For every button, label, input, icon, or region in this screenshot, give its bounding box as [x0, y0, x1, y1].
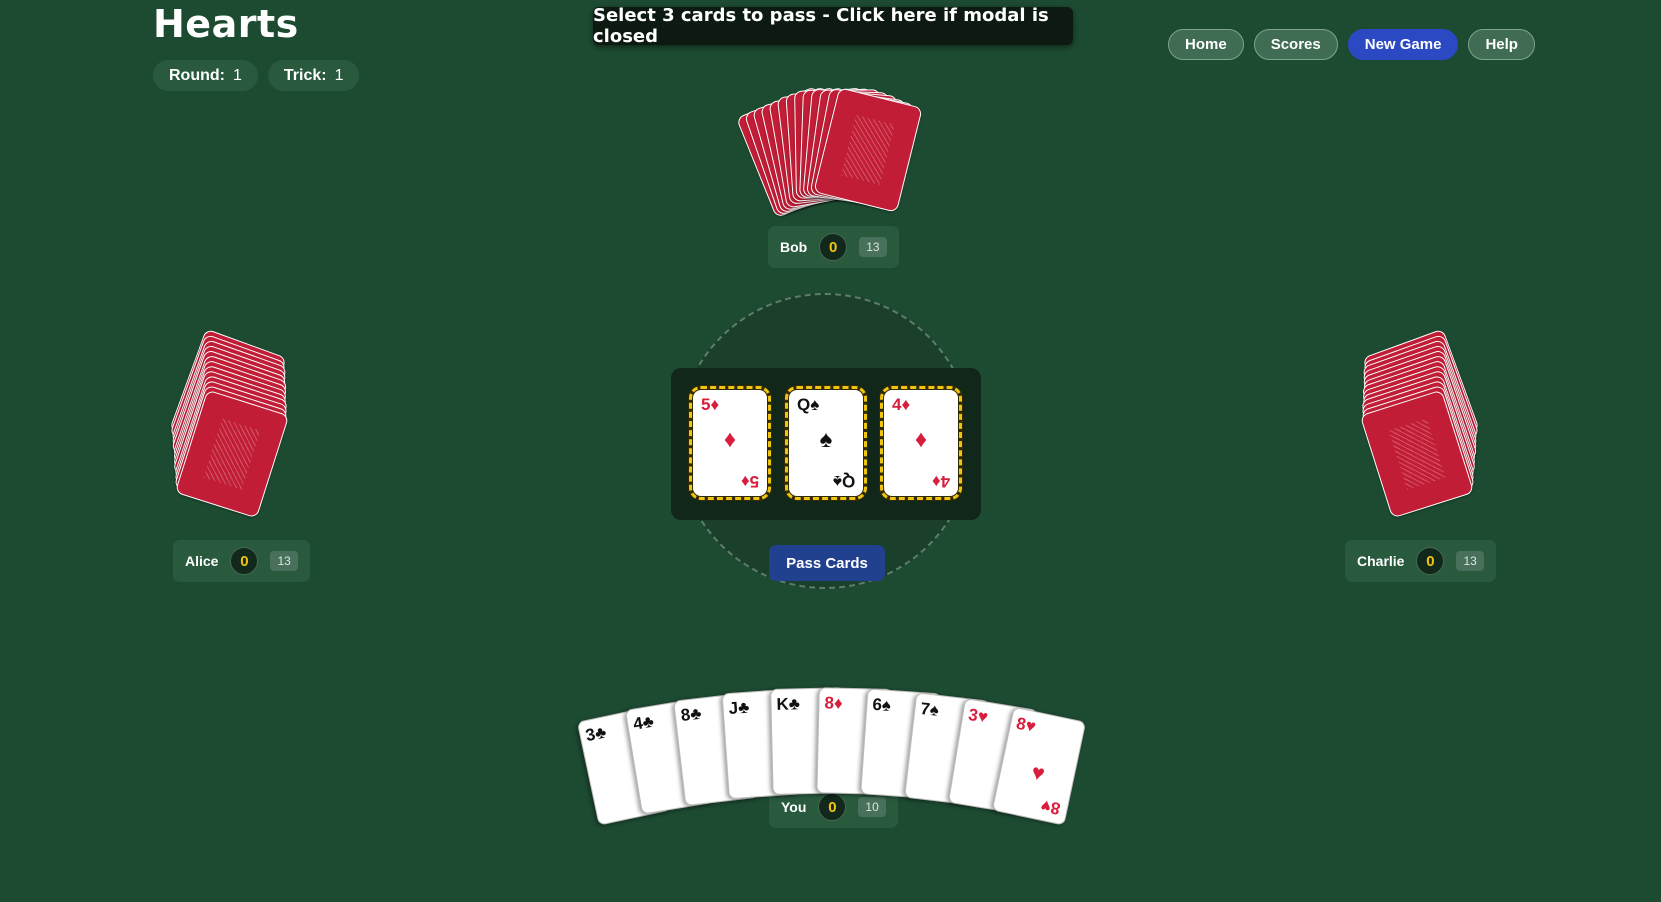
card-rank-suit: 6♠	[871, 694, 892, 716]
player-card-count: 13	[859, 237, 887, 257]
card-rank-suit: 8♥	[1039, 795, 1063, 819]
trick-indicator: Trick: 1	[267, 60, 360, 91]
trick-label: Trick:	[283, 66, 327, 84]
card-rank-suit: 8♦	[824, 693, 843, 714]
trick-value: 1	[334, 66, 344, 84]
round-value: 1	[232, 66, 242, 84]
player-score: 0	[230, 547, 259, 575]
player-score: 0	[818, 793, 847, 821]
card-suit-pip: ♠	[819, 426, 833, 453]
player-card-count: 13	[270, 551, 298, 571]
card-rank-suit: J♣	[727, 697, 750, 719]
top-nav: Home Scores New Game Help	[1168, 29, 1535, 60]
game-title: Hearts	[153, 2, 299, 46]
card-rank-suit: K♣	[776, 694, 801, 715]
player-card-count: 10	[858, 797, 886, 817]
card-rank-suit: 5♦	[701, 395, 720, 414]
card-rank-suit: Q♠	[832, 472, 855, 491]
card-suit-pip: ♥	[1029, 759, 1048, 787]
selected-card[interactable]: Q♠ ♠ Q♠	[785, 386, 867, 500]
card-rank-suit: 5♦	[740, 472, 759, 491]
player-tag-charlie: Charlie 0 13	[1345, 540, 1496, 582]
player-name: Bob	[780, 239, 808, 255]
new-game-button[interactable]: New Game	[1347, 29, 1459, 60]
card-rank-suit: 3♥	[966, 704, 990, 727]
round-label: Round:	[169, 66, 225, 84]
card-rank-suit: 3♣	[583, 722, 609, 746]
card-rank-suit: 7♠	[919, 698, 941, 720]
home-button[interactable]: Home	[1168, 29, 1244, 60]
player-score: 0	[1416, 547, 1445, 575]
player-card-count: 13	[1456, 551, 1484, 571]
player-name: Alice	[185, 553, 219, 569]
card-rank-suit: Q♠	[797, 395, 820, 414]
game-stats: Round: 1 Trick: 1	[153, 60, 360, 91]
player-score: 0	[819, 233, 848, 261]
player-tag-bob: Bob 0 13	[768, 226, 899, 268]
selected-card[interactable]: 4♦ ♦ 4♦	[880, 386, 962, 500]
player-name: You	[781, 799, 807, 815]
card-rank-suit: 8♣	[679, 703, 703, 725]
player-name: Charlie	[1357, 553, 1405, 569]
card-rank-suit: 4♣	[631, 711, 656, 734]
pass-cards-button[interactable]: Pass Cards	[769, 545, 885, 581]
card-rank-suit: 4♦	[892, 395, 911, 414]
round-indicator: Round: 1	[153, 60, 258, 91]
card-suit-pip: ♦	[723, 426, 737, 453]
selected-card[interactable]: 5♦ ♦ 5♦	[689, 386, 771, 500]
card-suit-pip: ♦	[914, 426, 928, 453]
card-rank-suit: 4♦	[931, 472, 950, 491]
scores-button[interactable]: Scores	[1253, 29, 1338, 60]
card-rank-suit: 8♥	[1014, 713, 1038, 737]
player-tag-alice: Alice 0 13	[173, 540, 310, 582]
pass-instruction-banner[interactable]: Select 3 cards to pass - Click here if m…	[593, 5, 1073, 47]
help-button[interactable]: Help	[1468, 29, 1535, 60]
